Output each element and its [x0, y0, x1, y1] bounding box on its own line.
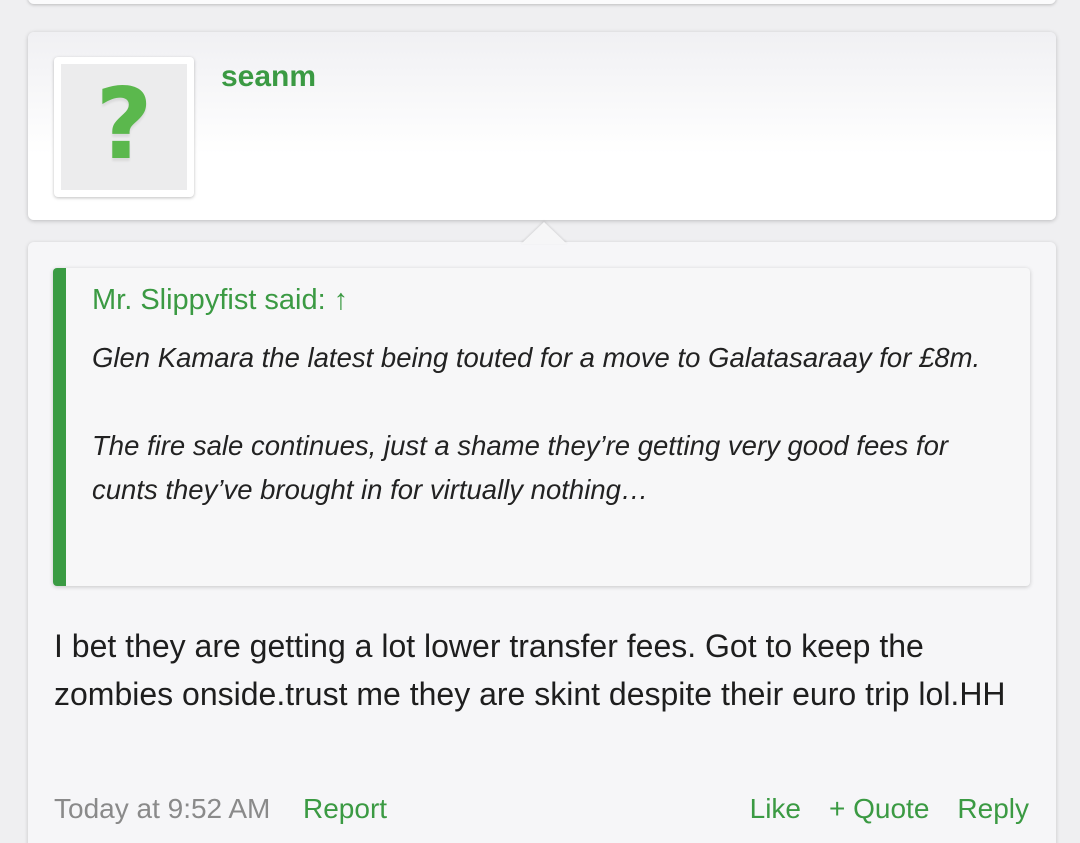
previous-post-card: [28, 0, 1056, 4]
report-link[interactable]: Report: [303, 793, 387, 825]
avatar[interactable]: ?: [54, 57, 194, 197]
post-actions: Like + Quote Reply: [722, 793, 1029, 825]
quote-link[interactable]: + Quote: [829, 793, 929, 825]
quote-attribution-link[interactable]: Mr. Slippyfist said: ↑: [92, 284, 348, 317]
username-link[interactable]: seanm: [221, 60, 316, 94]
like-link[interactable]: Like: [750, 793, 801, 825]
message-footer: Today at 9:52 AM Report Like + Quote Rep…: [54, 793, 1029, 833]
reply-link[interactable]: Reply: [957, 793, 1029, 825]
message-pointer: [521, 222, 567, 244]
question-mark-icon: ?: [95, 68, 153, 182]
quote-paragraph: Glen Kamara the latest being touted for …: [92, 342, 981, 373]
quote-paragraph: The fire sale continues, just a shame th…: [92, 430, 949, 505]
post-timestamp[interactable]: Today at 9:52 AM: [54, 793, 270, 825]
quote-block: Mr. Slippyfist said: ↑ Glen Kamara the l…: [53, 268, 1030, 586]
message-body: I bet they are getting a lot lower trans…: [54, 628, 1006, 712]
forum-thread-page: ? seanm Mr. Slippyfist said: ↑ Glen Kama…: [0, 0, 1080, 843]
quote-text: Glen Kamara the latest being touted for …: [92, 336, 1012, 556]
default-avatar: ?: [61, 64, 187, 190]
